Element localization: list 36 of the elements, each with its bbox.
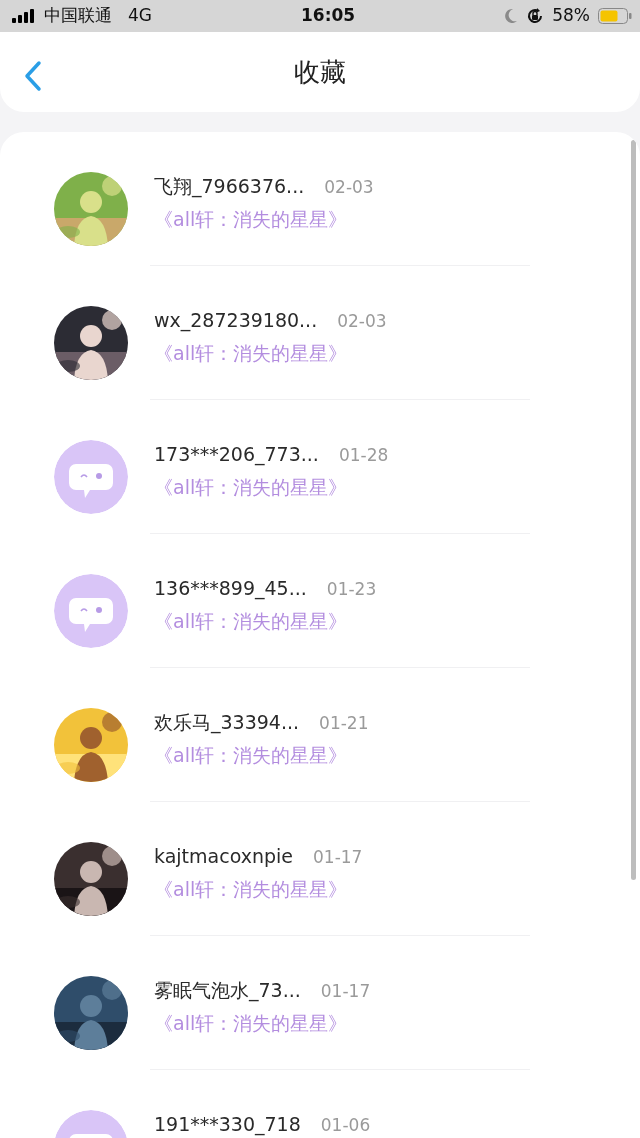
- carrier-name: 中国联通: [44, 4, 112, 28]
- user-name: 191***330_718: [154, 1112, 301, 1138]
- user-name: 136***899_45...: [154, 576, 307, 602]
- favorite-date: 01-28: [338, 444, 389, 467]
- page-title: 收藏: [294, 55, 346, 89]
- favorite-date: 01-17: [313, 846, 363, 869]
- favorite-date: 01-21: [319, 712, 369, 735]
- work-title[interactable]: 《all轩：消失的星星》: [154, 874, 363, 903]
- work-title[interactable]: 《all轩：消失的星星》: [154, 740, 369, 769]
- user-name: wx_287239180...: [154, 308, 318, 334]
- rotation-lock-icon: [526, 7, 545, 25]
- work-title[interactable]: 《all轩：消失的星星》: [154, 338, 387, 367]
- default-avatar-icon: [54, 440, 128, 514]
- work-title[interactable]: 《all轩：消失的星星》: [154, 606, 377, 635]
- user-name: 欢乐马_33394...: [154, 710, 300, 736]
- favorite-date: 02-03: [324, 176, 374, 199]
- user-name: 飞翔_7966376...: [154, 174, 305, 200]
- favorite-date: 01-06: [320, 1114, 371, 1137]
- work-title[interactable]: 《all轩：消失的星星》: [154, 204, 374, 233]
- user-name: 雾眠气泡水_73...: [154, 978, 301, 1004]
- user-name: 173***206_773...: [154, 442, 319, 468]
- status-time: 16:05: [300, 4, 357, 28]
- default-avatar-icon: [54, 574, 128, 648]
- battery-percent: 58%: [552, 4, 590, 28]
- network-type: 4G: [128, 4, 152, 28]
- work-title[interactable]: 《all轩：消失的星星》: [154, 472, 389, 501]
- scrollbar[interactable]: [631, 140, 636, 880]
- moon-icon: [504, 8, 519, 24]
- favorite-date: 02-03: [337, 310, 387, 333]
- favorite-date: 01-17: [320, 980, 371, 1003]
- work-title[interactable]: 《all轩：消失的星星》: [154, 1008, 371, 1037]
- battery-icon: [598, 8, 632, 24]
- user-name: kajtmacoxnpie: [154, 844, 293, 869]
- favorite-date: 01-23: [326, 578, 377, 601]
- back-icon[interactable]: [24, 60, 42, 92]
- signal-icon: [12, 9, 36, 23]
